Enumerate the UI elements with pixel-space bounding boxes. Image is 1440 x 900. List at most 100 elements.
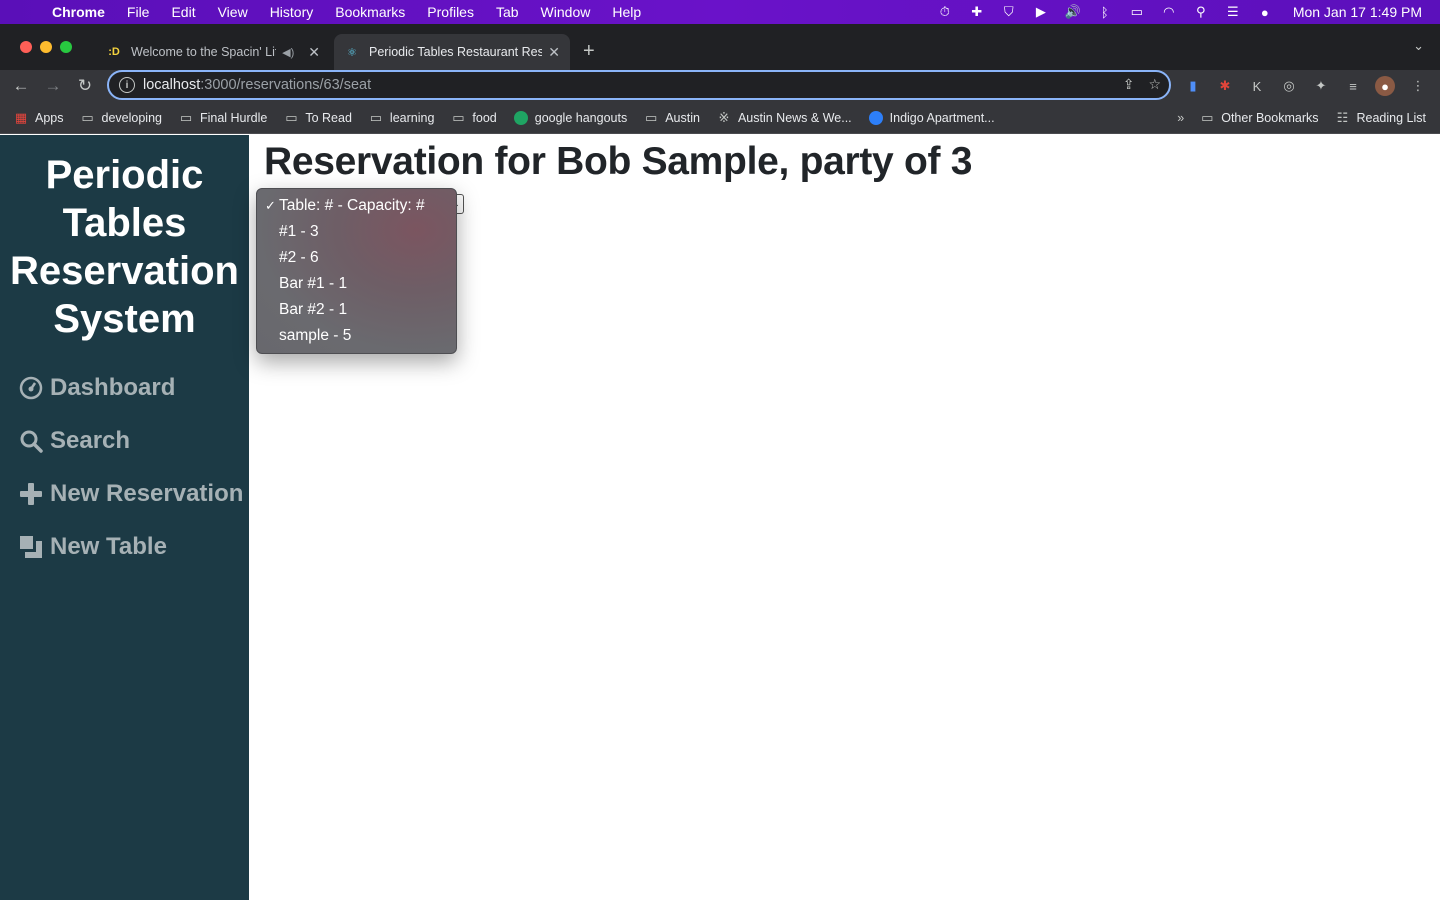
tab-periodic-tables[interactable]: ⚛ Periodic Tables Restaurant Res ✕	[334, 34, 570, 70]
url-path: :3000/reservations/63/seat	[200, 77, 372, 93]
extension-red-icon[interactable]: ✱	[1215, 76, 1235, 96]
menu-tab[interactable]: Tab	[496, 4, 519, 20]
browser-tab-strip: :D Welcome to the Spacin' Lif ◀) ✕ ⚛ Per…	[0, 24, 1440, 70]
reading-list-button[interactable]: ☷ Reading List	[1336, 110, 1426, 126]
nav-new-table[interactable]: New Table	[0, 520, 249, 573]
macos-menu-bar: Chrome File Edit View History Bookmarks …	[0, 0, 1440, 24]
folder-icon: ▭	[645, 109, 658, 125]
wifi-icon[interactable]: ◠	[1161, 4, 1177, 20]
back-arrow-icon[interactable]: ←	[9, 74, 33, 98]
window-minimize-button[interactable]	[40, 41, 52, 53]
checkmark-icon: ✓	[265, 198, 276, 213]
select-option-placeholder[interactable]: ✓ Table: # - Capacity: #	[257, 193, 456, 219]
siri-icon[interactable]: ●	[1257, 4, 1273, 20]
share-icon[interactable]: ⇪	[1123, 76, 1135, 93]
select-option[interactable]: #1 - 3	[257, 219, 456, 245]
menu-app-name[interactable]: Chrome	[52, 4, 105, 20]
bookmark-developing[interactable]: ▭ developing	[81, 110, 162, 126]
new-tab-plus-icon[interactable]: +	[583, 40, 595, 63]
menu-profiles[interactable]: Profiles	[427, 4, 474, 20]
volume-icon[interactable]: 🔊	[1065, 4, 1081, 20]
browser-toolbar: ← → ↻ i localhost:3000/reservations/63/s…	[0, 70, 1440, 102]
tab-search-chevron-icon[interactable]: ⌄	[1413, 38, 1424, 54]
menu-window[interactable]: Window	[541, 4, 591, 20]
profile-avatar[interactable]: ●	[1375, 76, 1395, 96]
table-stack-icon	[18, 534, 44, 560]
select-option[interactable]: sample - 5	[257, 323, 456, 349]
folder-icon: ▭	[179, 109, 193, 125]
bookmark-learning[interactable]: ▭ learning	[369, 109, 435, 126]
tab-title: Welcome to the Spacin' Lif	[131, 45, 277, 59]
nav-label: New Reservation	[50, 479, 244, 507]
extension-k-icon[interactable]: K	[1247, 76, 1267, 96]
timer-icon[interactable]: ⏱	[937, 4, 953, 20]
nav-label: New Table	[50, 532, 167, 560]
speaker-mute-icon[interactable]: ◀)	[282, 46, 294, 59]
extension-bars-icon[interactable]: ▮	[1183, 76, 1203, 96]
search-icon	[18, 428, 44, 454]
menu-history[interactable]: History	[270, 4, 314, 20]
bookmark-to-read[interactable]: ▭ To Read	[284, 110, 352, 126]
app-brand[interactable]: Periodic Tables Reservation System	[0, 135, 249, 343]
medical-plus-icon[interactable]: ✚	[969, 4, 985, 20]
menu-edit[interactable]: Edit	[171, 4, 195, 20]
spotlight-search-icon[interactable]: ⚲	[1193, 4, 1209, 20]
bookmark-final-hurdle[interactable]: ▭ Final Hurdle	[179, 109, 268, 126]
bookmark-austin[interactable]: ▭ Austin	[644, 110, 700, 126]
brand-line: Reservation	[10, 249, 239, 293]
select-option[interactable]: Bar #2 - 1	[257, 297, 456, 323]
hangouts-icon	[513, 110, 528, 125]
nav-label: Search	[50, 426, 131, 454]
news-site-icon: ※	[718, 109, 730, 125]
folder-icon: ▭	[452, 109, 465, 125]
shield-icon[interactable]: ⛉	[1001, 4, 1017, 20]
select-option[interactable]: #2 - 6	[257, 245, 456, 271]
window-zoom-button[interactable]	[60, 41, 72, 53]
tab-spacin-life[interactable]: :D Welcome to the Spacin' Lif ◀) ✕	[96, 34, 330, 70]
tab-close-icon[interactable]: ✕	[548, 44, 560, 61]
site-info-icon[interactable]: i	[119, 77, 135, 93]
menu-help[interactable]: Help	[612, 4, 641, 20]
bluetooth-icon[interactable]: ᛒ	[1097, 4, 1113, 20]
bookmark-apps[interactable]: ▦ Apps	[14, 110, 64, 126]
dashboard-gauge-icon	[18, 375, 44, 401]
window-close-button[interactable]	[20, 41, 32, 53]
bookmark-indigo-apartment[interactable]: Indigo Apartment...	[868, 110, 995, 125]
menu-file[interactable]: File	[127, 4, 150, 20]
spacin-life-favicon-icon: :D	[108, 46, 120, 58]
address-bar[interactable]: i localhost:3000/reservations/63/seat ⇪ …	[107, 70, 1171, 100]
menu-view[interactable]: View	[218, 4, 248, 20]
bookmark-austin-news[interactable]: ※ Austin News & We...	[717, 110, 852, 126]
menubar-clock[interactable]: Mon Jan 17 1:49 PM	[1293, 4, 1422, 20]
bookmark-food[interactable]: ▭ food	[451, 109, 497, 126]
select-option[interactable]: Bar #1 - 1	[257, 271, 456, 297]
chrome-menu-kebab-icon[interactable]: ⋮	[1408, 76, 1428, 96]
more-bookmarks-chevron-icon[interactable]: »	[1177, 111, 1184, 125]
extension-target-icon[interactable]: ◎	[1279, 76, 1299, 96]
app-sidebar: Periodic Tables Reservation System Dashb…	[0, 135, 249, 900]
bookmark-google-hangouts[interactable]: google hangouts	[513, 110, 627, 125]
brand-line: System	[53, 297, 196, 341]
reload-icon[interactable]: ↻	[73, 74, 97, 98]
url-host: localhost	[143, 77, 201, 93]
nav-search[interactable]: Search	[0, 414, 249, 467]
reading-list-icon: ☷	[1336, 110, 1349, 125]
forward-arrow-icon[interactable]: →	[41, 74, 65, 98]
bookmarks-right: » ▭ Other Bookmarks ☷ Reading List	[1177, 102, 1426, 134]
media-queue-icon[interactable]: ≡	[1343, 76, 1363, 96]
extensions-puzzle-icon[interactable]: ✦	[1311, 76, 1331, 96]
plus-icon	[18, 481, 44, 507]
table-select-dropdown: ✓ Table: # - Capacity: # #1 - 3 #2 - 6 Ba…	[256, 188, 457, 354]
play-circle-icon[interactable]: ▶	[1033, 4, 1049, 20]
control-center-icon[interactable]: ☰	[1225, 4, 1241, 20]
menu-bookmarks[interactable]: Bookmarks	[335, 4, 405, 20]
tab-close-icon[interactable]: ✕	[308, 44, 320, 61]
nav-new-reservation[interactable]: New Reservation	[0, 467, 249, 520]
bookmark-star-icon[interactable]: ☆	[1148, 76, 1161, 93]
bookmark-other-bookmarks[interactable]: ▭ Other Bookmarks	[1200, 110, 1318, 126]
folder-icon: ▭	[1201, 110, 1214, 125]
battery-icon[interactable]: ▭	[1129, 4, 1145, 20]
folder-icon: ▭	[369, 109, 383, 125]
nav-dashboard[interactable]: Dashboard	[0, 361, 249, 414]
indigo-site-icon	[868, 110, 883, 125]
